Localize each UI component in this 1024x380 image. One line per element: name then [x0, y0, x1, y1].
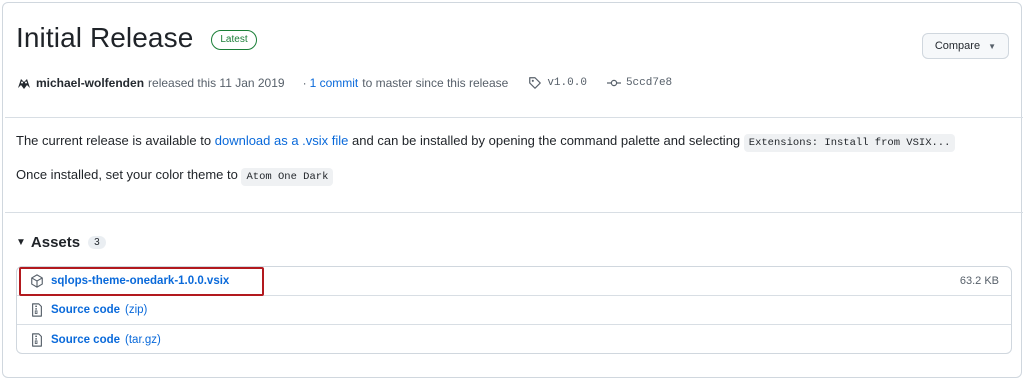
compare-button[interactable]: Compare ▼: [921, 33, 1009, 59]
assets-toggle[interactable]: ▼ Assets 3: [16, 234, 106, 251]
assets-heading: Assets: [30, 234, 81, 251]
file-zip-icon: [30, 332, 44, 347]
release-card: Initial Release Latest Compare ▼ michael…: [2, 2, 1023, 378]
asset-size: 63.2 KB: [959, 275, 999, 287]
description-line-2: Once installed, set your color theme to …: [16, 165, 334, 187]
package-icon: [30, 274, 44, 288]
inline-code: Extensions: Install from VSIX...: [743, 134, 956, 152]
asset-row[interactable]: Source code (tar.gz): [17, 325, 1011, 353]
tag-label: v1.0.0: [547, 77, 587, 89]
meta-separator: ·: [302, 76, 307, 90]
description-text: and can be installed by opening the comm…: [352, 133, 741, 148]
author-link[interactable]: michael-wolfenden: [36, 76, 144, 90]
avatar[interactable]: [16, 75, 32, 91]
divider: [5, 212, 1023, 213]
release-header: Initial Release Latest: [16, 22, 257, 54]
release-meta: michael-wolfenden released this 11 Jan 2…: [16, 75, 672, 91]
caret-down-icon: ▼: [16, 237, 26, 248]
asset-link[interactable]: Source code: [51, 334, 120, 346]
asset-row[interactable]: Source code (zip): [17, 296, 1011, 325]
inline-code: Atom One Dark: [241, 168, 334, 186]
file-zip-icon: [30, 303, 44, 317]
divider: [5, 117, 1023, 118]
asset-link[interactable]: Source code: [51, 304, 120, 316]
tag-icon: [529, 77, 542, 89]
commit-hash-item[interactable]: 5ccd7e8: [606, 76, 673, 90]
chevron-down-icon: ▼: [988, 41, 996, 51]
commit-link[interactable]: 1 commit: [310, 76, 359, 90]
assets-list: sqlops-theme-onedark-1.0.0.vsix 63.2 KB …: [16, 266, 1012, 354]
download-vsix-link[interactable]: download as a .vsix file: [215, 133, 349, 148]
released-text: released this 11 Jan 2019: [148, 76, 285, 90]
description-line-1: The current release is available to down…: [16, 131, 956, 153]
description-text: The current release is available to: [16, 133, 212, 148]
description-text: Once installed, set your color theme to: [16, 167, 238, 182]
git-commit-icon: [606, 79, 621, 87]
asset-row[interactable]: sqlops-theme-onedark-1.0.0.vsix 63.2 KB: [17, 267, 1011, 296]
tag-item[interactable]: v1.0.0: [528, 76, 587, 90]
compare-button-label: Compare: [934, 40, 981, 52]
latest-badge: Latest: [211, 30, 257, 50]
commit-hash: 5ccd7e8: [625, 77, 673, 89]
asset-format[interactable]: (zip): [125, 304, 147, 316]
assets-count-badge: 3: [88, 236, 106, 249]
asset-format[interactable]: (tar.gz): [125, 334, 161, 346]
commit-suffix: to master since this release: [362, 76, 509, 90]
release-title[interactable]: Initial Release: [16, 22, 193, 54]
asset-link[interactable]: sqlops-theme-onedark-1.0.0.vsix: [51, 275, 229, 287]
